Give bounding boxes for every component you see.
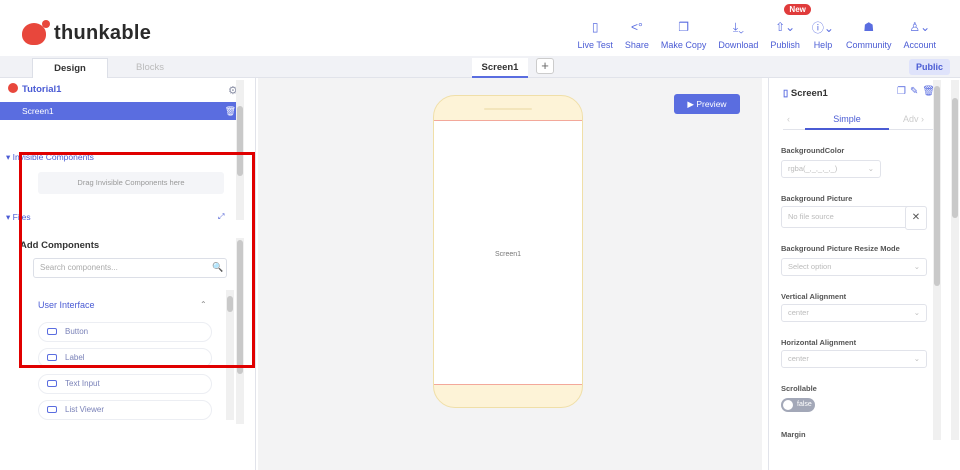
tab-advanced-label: Adv <box>903 114 919 124</box>
page-scrollbar[interactable] <box>951 80 959 440</box>
text-input-component-icon <box>47 380 57 387</box>
toggle-knob <box>783 400 793 410</box>
bg-color-value: rgba(_,_,_,_,_) <box>788 164 838 173</box>
tab-design[interactable]: Design <box>32 58 108 78</box>
folder-icon[interactable]: ❐ <box>897 86 910 97</box>
share-icon: <° <box>630 20 643 34</box>
nav-share[interactable]: <° Share <box>619 6 655 50</box>
logo[interactable]: thunkable <box>22 19 152 45</box>
resize-mode-label: Background Picture Resize Mode <box>781 244 900 253</box>
component-list-viewer[interactable]: List Viewer <box>38 400 212 420</box>
phone-preview-frame: Screen1 <box>433 95 583 408</box>
tab-advanced[interactable]: Adv › <box>903 108 924 130</box>
scrollable-toggle[interactable]: false <box>781 398 815 412</box>
close-icon[interactable]: ✕ <box>905 206 927 230</box>
resize-mode-value: Select option <box>788 262 832 271</box>
publish-icon: ⇧⌄ <box>775 20 796 34</box>
chevron-down-icon: ⌄ <box>913 354 920 363</box>
add-components-highlight <box>19 152 255 368</box>
properties-title: ▯ Screen1 <box>783 88 828 99</box>
scrollable-label: Scrollable <box>781 384 817 393</box>
vertical-alignment-value: center <box>788 308 809 317</box>
trash-icon[interactable]: 🗑 <box>225 102 236 120</box>
preview-button[interactable]: ▶ Preview <box>674 94 740 114</box>
screen-tree-label: Screen1 <box>22 106 54 116</box>
copy-icon: ❐ <box>678 20 689 34</box>
bg-picture-label: Background Picture <box>781 194 853 203</box>
phone-screen[interactable]: Screen1 <box>434 120 582 385</box>
tab-simple[interactable]: Simple <box>805 108 889 130</box>
properties-title-label: Screen1 <box>790 88 828 99</box>
resize-mode-select[interactable]: Select option ⌄ <box>781 258 927 276</box>
tab-row: Design Blocks Screen1 + Public <box>0 56 960 78</box>
nav-publish[interactable]: New ⇧⌄ Publish <box>764 4 811 50</box>
top-bar: thunkable ▯ Live Test <° Share ❐ Make Co… <box>0 0 960 56</box>
community-icon: ☗ <box>863 20 875 34</box>
nav-community[interactable]: ☗ Community <box>840 6 898 50</box>
nav-label: Community <box>845 40 892 50</box>
component-label: List Viewer <box>65 405 104 414</box>
properties-tabs: ‹ Simple Adv › <box>783 108 937 130</box>
list-viewer-component-icon <box>47 406 57 413</box>
toggle-value: false <box>797 401 812 408</box>
vertical-alignment-label: Vertical Alignment <box>781 292 847 301</box>
help-icon: ⓘ⌄ <box>811 20 834 35</box>
edit-icon[interactable]: ✎ <box>910 86 922 97</box>
component-text-input[interactable]: Text Input <box>38 374 212 394</box>
preview-label: Preview <box>696 99 727 109</box>
bg-picture-field[interactable]: No file source ✕ <box>781 206 927 230</box>
bg-color-label: BackgroundColor <box>781 146 845 155</box>
horizontal-alignment-value: center <box>788 354 809 363</box>
properties-scroll-thumb[interactable] <box>934 86 940 286</box>
add-screen-button[interactable]: + <box>536 58 554 74</box>
nav-label: Publish <box>770 40 800 50</box>
page-scroll-thumb[interactable] <box>952 98 958 218</box>
public-button[interactable]: Public <box>908 59 950 75</box>
tab-screen1[interactable]: Screen1 <box>472 58 528 78</box>
brand-name: thunkable <box>54 22 152 44</box>
screen-tree-item[interactable]: Screen1 🗑 <box>0 102 244 120</box>
chevron-left-icon[interactable]: ‹ <box>787 108 790 130</box>
account-icon: ♙⌄ <box>909 20 931 34</box>
nav-label: Share <box>624 40 649 50</box>
top-nav: ▯ Live Test <° Share ❐ Make Copy ⤓⌄ Down… <box>571 4 942 51</box>
properties-scrollbar[interactable] <box>933 80 941 440</box>
screen-canvas-label: Screen1 <box>494 251 522 258</box>
screen-icon: ▯ <box>783 88 791 99</box>
chevron-down-icon: ⌄ <box>913 308 920 317</box>
component-label: Text Input <box>65 379 100 388</box>
nav-help[interactable]: ⓘ⌄ Help <box>806 6 840 51</box>
chevron-down-icon: ⌄ <box>867 164 874 173</box>
nav-live-test[interactable]: ▯ Live Test <box>571 6 618 50</box>
margin-label: Margin <box>781 430 806 439</box>
phone-icon: ▯ <box>591 20 599 34</box>
tab-blocks[interactable]: Blocks <box>112 58 188 78</box>
chevron-down-icon: ⌄ <box>913 262 920 271</box>
nav-label: Live Test <box>577 40 613 50</box>
nav-account[interactable]: ♙⌄ Account <box>897 6 942 50</box>
horizontal-alignment-select[interactable]: center ⌄ <box>781 350 927 368</box>
nav-download[interactable]: ⤓⌄ Download <box>712 6 764 51</box>
design-canvas[interactable]: Screen1 ▶ Preview <box>258 78 762 470</box>
vertical-alignment-select[interactable]: center ⌄ <box>781 304 927 322</box>
download-icon: ⤓⌄ <box>732 19 744 34</box>
nav-label: Download <box>718 40 759 50</box>
nav-label: Make Copy <box>660 40 707 50</box>
horizontal-alignment-label: Horizontal Alignment <box>781 338 857 347</box>
bg-color-select[interactable]: rgba(_,_,_,_,_) ⌄ <box>781 160 881 178</box>
nav-label: Help <box>813 40 833 50</box>
nav-make-copy[interactable]: ❐ Make Copy <box>655 6 713 50</box>
properties-panel: ▯ Screen1 ❐✎🗑 ‹ Simple Adv › BackgroundC… <box>768 78 960 470</box>
phone-speaker <box>484 108 532 110</box>
bg-picture-value: No file source <box>788 212 834 221</box>
project-title[interactable]: Tutorial1 <box>0 80 244 100</box>
thunkable-logo-icon <box>22 19 50 45</box>
nav-label: Account <box>903 40 936 50</box>
